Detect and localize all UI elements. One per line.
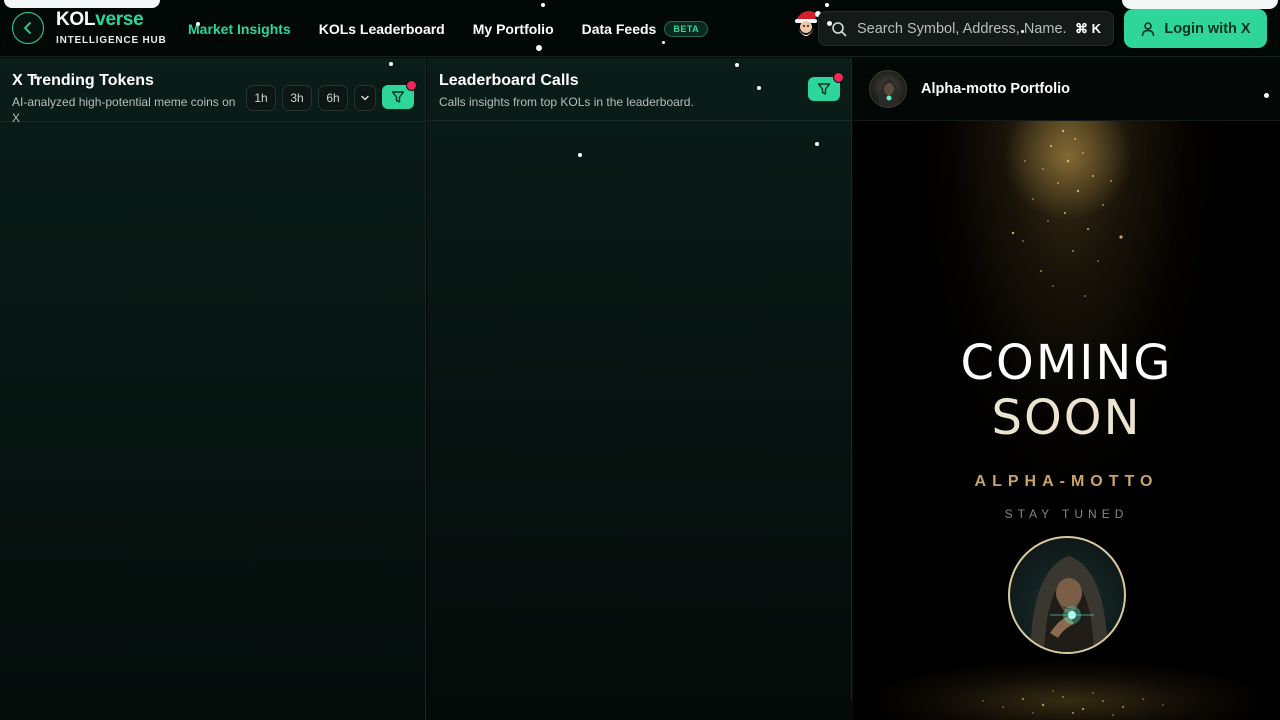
search-input[interactable] — [857, 20, 1067, 37]
nav-label: My Portfolio — [472, 20, 554, 37]
filter-active-indicator — [833, 72, 844, 83]
search-icon — [832, 21, 847, 36]
panel-subtitle: Calls insights from top KOLs in the lead… — [439, 95, 694, 109]
top-navigation-bar: KOLverse INTELLIGENCE HUB Market Insight… — [0, 0, 1280, 57]
chevron-down-icon — [361, 95, 369, 101]
search-shortcut-hint: ⌘ K — [1075, 20, 1101, 36]
login-label: Login with X — [1164, 20, 1251, 37]
nav-data-feeds[interactable]: Data Feeds BETA — [581, 20, 709, 37]
nav-label: KOLs Leaderboard — [318, 20, 445, 37]
snowflake — [825, 3, 829, 7]
coming-soon-line2: SOON — [991, 390, 1142, 446]
filter-icon — [391, 91, 405, 103]
hooded-figure-icon — [1030, 556, 1108, 652]
portfolio-title: Alpha-motto Portfolio — [921, 81, 1071, 97]
coming-soon-promo: COMING SOON ALPHA-MOTTO STAY TUNED — [853, 121, 1280, 720]
snow-decoration — [1122, 0, 1278, 9]
snowflake — [1021, 30, 1024, 33]
nav-market-insights[interactable]: Market Insights — [188, 21, 291, 37]
trending-tokens-panel: X Trending Tokens AI-analyzed high-poten… — [0, 58, 426, 720]
snowflake — [735, 63, 739, 67]
main-nav: Market Insights KOLs Leaderboard My Port… — [188, 0, 709, 57]
snowflake — [34, 76, 37, 79]
snowflake — [1264, 93, 1269, 98]
snowflake — [757, 86, 761, 90]
nav-kols-leaderboard[interactable]: KOLs Leaderboard — [319, 21, 445, 37]
beta-badge: BETA — [664, 20, 709, 37]
chevron-left-icon — [24, 22, 31, 34]
timeframe-6h[interactable]: 6h — [318, 85, 348, 111]
timeframe-selector: 1h 3h 6h — [246, 85, 376, 111]
portfolio-name-label: ALPHA-MOTTO — [974, 473, 1159, 490]
snowflake — [196, 22, 200, 26]
coming-soon-line1: COMING — [960, 335, 1173, 391]
leaderboard-calls-header: Leaderboard Calls Calls insights from to… — [427, 58, 851, 121]
floor-sparkles — [982, 690, 1164, 716]
trending-tokens-header: X Trending Tokens AI-analyzed high-poten… — [0, 58, 425, 125]
brand-logo[interactable]: KOLverse INTELLIGENCE HUB — [56, 9, 167, 46]
snowflake — [827, 21, 832, 26]
snowflake — [578, 153, 582, 157]
snowflake — [541, 3, 545, 7]
login-with-x-button[interactable]: Login with X — [1124, 9, 1267, 48]
snowflake — [662, 41, 665, 44]
leaderboard-calls-panel: Leaderboard Calls Calls insights from to… — [427, 58, 852, 701]
panel-title: Leaderboard Calls — [439, 72, 579, 89]
portfolio-panel: Alpha-motto Portfolio COMING SOON ALPHA-… — [853, 58, 1280, 720]
filter-active-indicator — [406, 80, 417, 91]
timeframe-1h[interactable]: 1h — [246, 85, 276, 111]
timeframe-dropdown[interactable] — [354, 85, 376, 111]
user-icon — [1142, 21, 1155, 36]
snowflake — [536, 45, 542, 51]
search-bar[interactable]: ⌘ K — [818, 11, 1114, 46]
snowflake — [815, 142, 819, 146]
stay-tuned-label: STAY TUNED — [1004, 507, 1129, 521]
filter-icon — [817, 83, 831, 95]
hooded-figure-icon — [878, 79, 900, 107]
nav-label: Data Feeds — [581, 20, 657, 37]
alpha-motto-portrait — [1008, 536, 1126, 654]
collapse-sidebar-button[interactable] — [12, 12, 44, 44]
brand-name-verse: verse — [95, 9, 144, 30]
snow-decoration — [4, 0, 160, 8]
panel-subtitle: AI-analyzed high-potential meme coins on… — [12, 95, 236, 125]
gold-particles — [1011, 129, 1123, 297]
nav-label: Market Insights — [188, 20, 291, 37]
snowflake — [389, 62, 393, 66]
nav-my-portfolio[interactable]: My Portfolio — [473, 21, 554, 37]
brand-name-kol: KOL — [56, 9, 96, 30]
portfolio-avatar — [869, 70, 907, 108]
portfolio-header: Alpha-motto Portfolio — [853, 58, 1280, 121]
brand-name: KOLverse — [56, 9, 167, 31]
timeframe-3h[interactable]: 3h — [282, 85, 312, 111]
brand-subtitle: INTELLIGENCE HUB — [56, 35, 167, 46]
